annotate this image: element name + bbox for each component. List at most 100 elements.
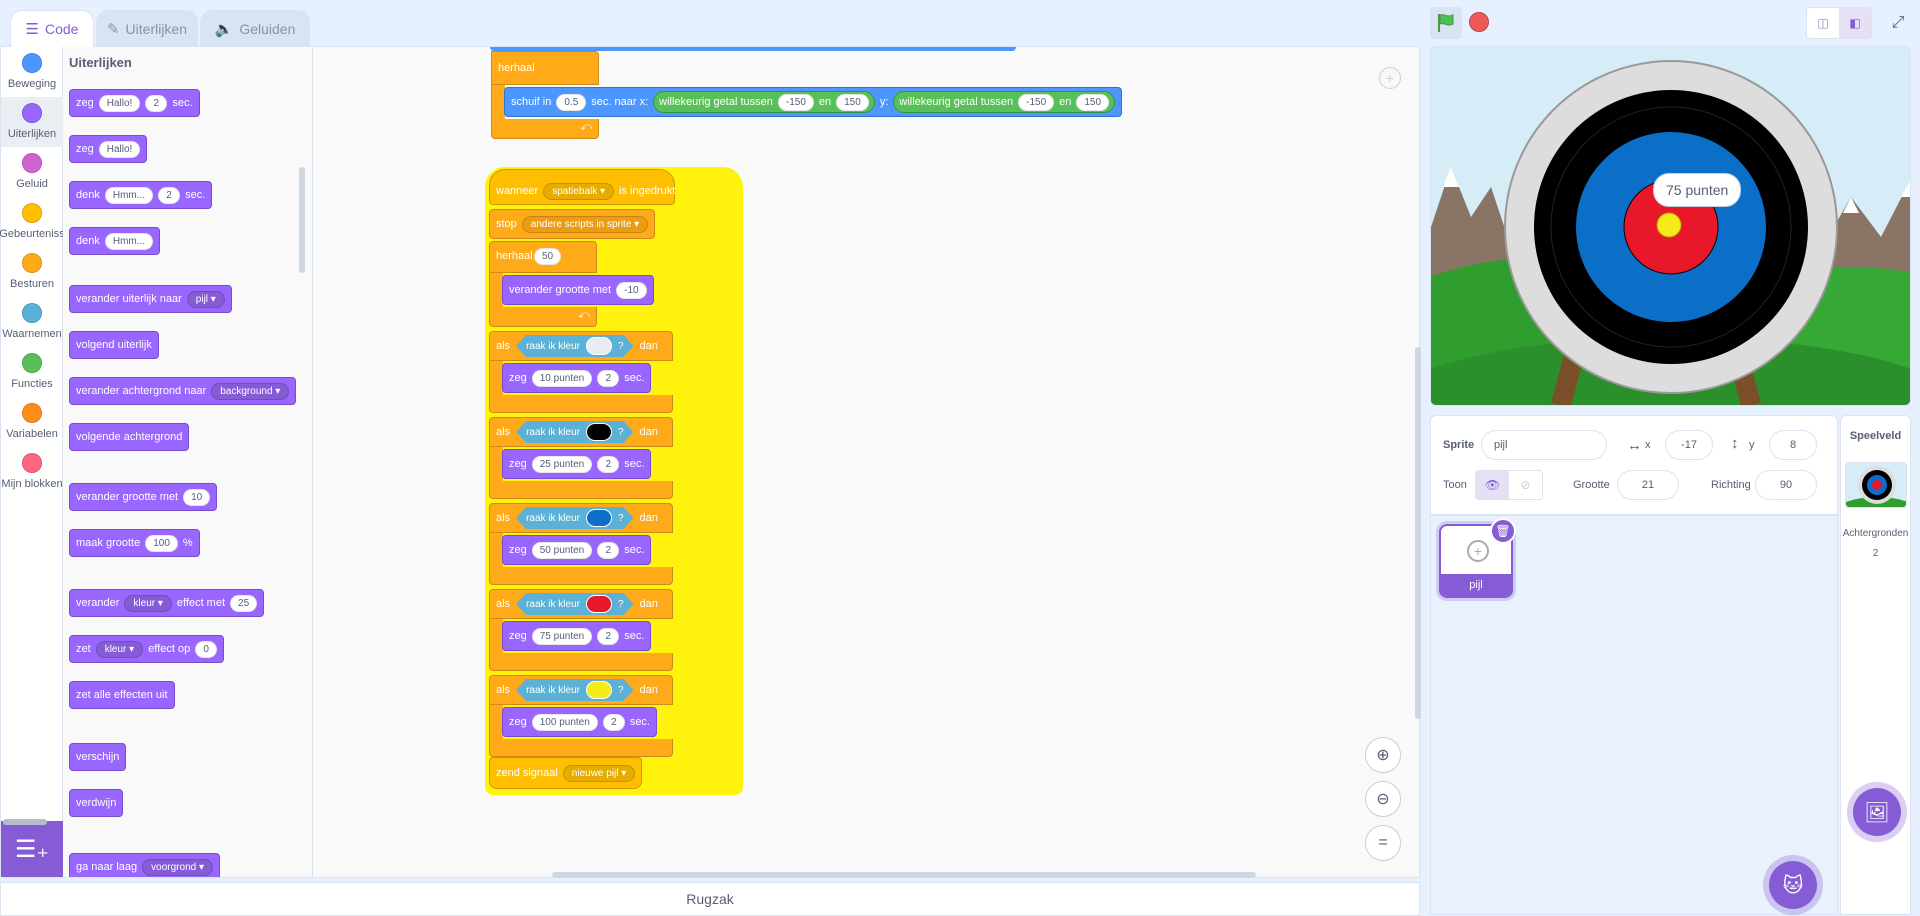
repeat-block[interactable]: herhaal [491,51,599,85]
small-stage-button[interactable]: ◫ [1807,8,1839,38]
broadcast-block[interactable]: zend signaal nieuwe pijl [489,757,643,789]
block-input[interactable]: Hallo! [98,94,141,112]
delete-sprite-button[interactable]: 🗑 [1490,518,1516,544]
key-dropdown[interactable]: spatiebalk [543,182,615,200]
category-my-blocks[interactable]: Mijn blokken [1,447,63,497]
stop-block[interactable]: stop andere scripts in sprite [489,209,656,239]
block-say-for-secs[interactable]: zeg Hallo! 2 sec. [69,89,200,117]
block-set-size[interactable]: maak grootte 100 % [69,529,200,557]
block-input[interactable]: 150 [836,93,869,111]
category-motion[interactable]: Beweging [1,47,63,97]
block-input[interactable]: 100 punten [531,713,598,731]
zoom-out-button[interactable]: ⊖ [1365,781,1401,817]
hide-sprite-button[interactable]: ⊘ [1509,471,1542,499]
touching-color-condition[interactable]: raak ik kleur? [516,507,633,529]
category-control[interactable]: Besturen [1,247,63,297]
if-header[interactable]: als raak ik kleur? dan [489,331,673,361]
block-think[interactable]: denk Hmm... [69,227,161,255]
block-input[interactable]: 75 punten [531,627,593,645]
if-header[interactable]: als raak ik kleur? dan [489,675,673,705]
if-block[interactable]: als raak ik kleur? dan zeg 100 punten 2 sec. [489,675,673,759]
block-say[interactable]: zeg Hallo! [69,135,148,163]
block-input[interactable]: -150 [1018,93,1055,111]
block-input[interactable]: -10 [616,281,647,299]
workspace-vertical-scrollbar[interactable] [1415,347,1421,719]
block-next-backdrop[interactable]: volgende achtergrond [69,423,190,451]
block-switch-backdrop[interactable]: verander achtergrond naar background [69,377,297,405]
costume-dropdown[interactable]: pijl [186,290,225,308]
if-block[interactable]: als raak ik kleur? dan zeg 25 punten 2 sec. [489,417,673,501]
block-input[interactable]: 2 [597,541,620,559]
block-input[interactable]: 50 punten [531,541,593,559]
block-input[interactable]: Hallo! [98,140,141,158]
if-header[interactable]: als raak ik kleur? dan [489,503,673,533]
say-for-secs-block[interactable]: zeg 100 punten 2 sec. [502,707,657,737]
block-go-to-layer[interactable]: ga naar laag voorgrond [69,853,221,877]
color-swatch[interactable] [586,337,612,355]
show-sprite-button[interactable]: 👁 [1476,471,1509,499]
x-input[interactable]: -17 [1665,430,1713,460]
palette-scrollbar[interactable] [299,167,305,273]
block-switch-costume[interactable]: verander uiterlijk naar pijl [69,285,232,313]
zoom-reset-button[interactable]: = [1365,825,1401,861]
say-for-secs-block[interactable]: zeg 10 punten 2 sec. [502,363,652,393]
block-input[interactable]: Hmm... [104,232,154,250]
choose-sprite-button[interactable]: 🐱 [1769,861,1817,909]
zoom-in-button[interactable]: ⊕ [1365,737,1401,773]
glide-block[interactable]: schuif in 0.5 sec. naar x: willekeurig g… [504,87,1123,117]
block-change-size[interactable]: verander grootte met 10 [69,483,218,511]
color-swatch[interactable] [586,509,612,527]
block-input[interactable]: 2 [158,186,181,204]
stage-target-panel[interactable]: Speelveld Achtergronden 2 🖼 [1840,415,1911,915]
say-for-secs-block[interactable]: zeg 25 punten 2 sec. [502,449,652,479]
touching-color-condition[interactable]: raak ik kleur? [516,593,633,615]
tab-costumes[interactable]: ✎ Uiterlijken [96,10,198,46]
block-hide[interactable]: verdwijn [69,789,124,817]
block-input[interactable]: 2 [602,713,625,731]
sprite-name-input[interactable]: pijl [1481,430,1607,460]
block-input[interactable]: -150 [777,93,814,111]
touching-color-condition[interactable]: raak ik kleur? [516,335,633,357]
block-input[interactable]: 0.5 [556,93,587,111]
category-looks[interactable]: Uiterlijken [1,97,63,147]
block-show[interactable]: verschijn [69,743,127,771]
fullscreen-button[interactable]: ⤢ [1882,7,1914,39]
block-input[interactable]: 25 [230,594,258,612]
if-block[interactable]: als raak ik kleur? dan zeg 75 punten 2 sec. [489,589,673,673]
if-header[interactable]: als raak ik kleur? dan [489,417,673,447]
block-input[interactable]: 2 [145,94,168,112]
large-stage-button[interactable]: ◧ [1839,8,1871,38]
touching-color-condition[interactable]: raak ik kleur? [516,679,633,701]
category-events[interactable]: Gebeurteniss [0,197,65,247]
backdrop-dropdown[interactable]: background [211,382,290,400]
category-operators[interactable]: Functies [1,347,63,397]
category-sound[interactable]: Geluid [1,147,63,197]
size-input[interactable]: 21 [1617,470,1679,500]
random-x-reporter[interactable]: willekeurig getal tussen -150 en 150 [653,91,875,113]
block-next-costume[interactable]: volgend uiterlijk [69,331,159,359]
workspace-horizontal-scrollbar[interactable] [552,872,1256,878]
block-input[interactable]: 2 [597,455,620,473]
repeat-50-block[interactable]: herhaal 50 [489,241,597,273]
block-input[interactable]: 2 [597,369,620,387]
tab-sounds[interactable]: 🔈 Geluiden [200,10,310,46]
add-comment-icon[interactable]: + [1379,67,1401,89]
block-input[interactable]: 25 punten [531,455,593,473]
if-header[interactable]: als raak ik kleur? dan [489,589,673,619]
stop-option-dropdown[interactable]: andere scripts in sprite [521,215,649,233]
repeat-count-input[interactable]: 50 [534,248,562,265]
color-swatch[interactable] [586,595,612,613]
green-flag-button[interactable] [1430,7,1462,39]
color-swatch[interactable] [586,423,612,441]
stage[interactable]: 75 punten [1430,46,1911,406]
palette-horizontal-scrollbar[interactable] [3,819,47,825]
category-variables[interactable]: Variabelen [1,397,63,447]
backpack[interactable]: Rugzak [0,882,1420,916]
block-input[interactable]: 2 [597,627,620,645]
random-y-reporter[interactable]: willekeurig getal tussen -150 en 150 [893,91,1116,113]
repeat-block-bottom[interactable]: ⤺ [491,119,599,139]
effect-dropdown[interactable]: kleur [95,640,144,658]
block-input[interactable]: 0 [195,640,218,658]
block-input[interactable]: 150 [1076,93,1110,111]
block-input[interactable]: 10 punten [531,369,593,387]
